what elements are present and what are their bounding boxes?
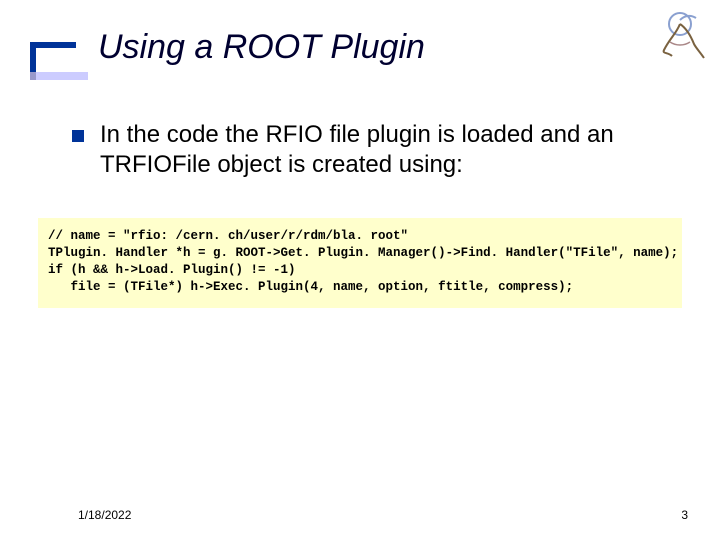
- logo-icon: [650, 6, 710, 66]
- body-content: In the code the RFIO file plugin is load…: [72, 120, 674, 180]
- slide-title: Using a ROOT Plugin: [98, 28, 425, 67]
- slide: Using a ROOT Plugin In the code the RFIO…: [0, 0, 720, 540]
- title-decoration: [30, 42, 88, 80]
- code-text: // name = "rfio: /cern. ch/user/r/rdm/bl…: [48, 228, 672, 296]
- bullet-text: In the code the RFIO file plugin is load…: [100, 120, 674, 180]
- footer-date: 1/18/2022: [78, 508, 131, 522]
- code-block: // name = "rfio: /cern. ch/user/r/rdm/bl…: [38, 218, 682, 308]
- bullet-square-icon: [72, 130, 84, 142]
- footer-page-number: 3: [681, 508, 688, 522]
- bullet-item: In the code the RFIO file plugin is load…: [72, 120, 674, 180]
